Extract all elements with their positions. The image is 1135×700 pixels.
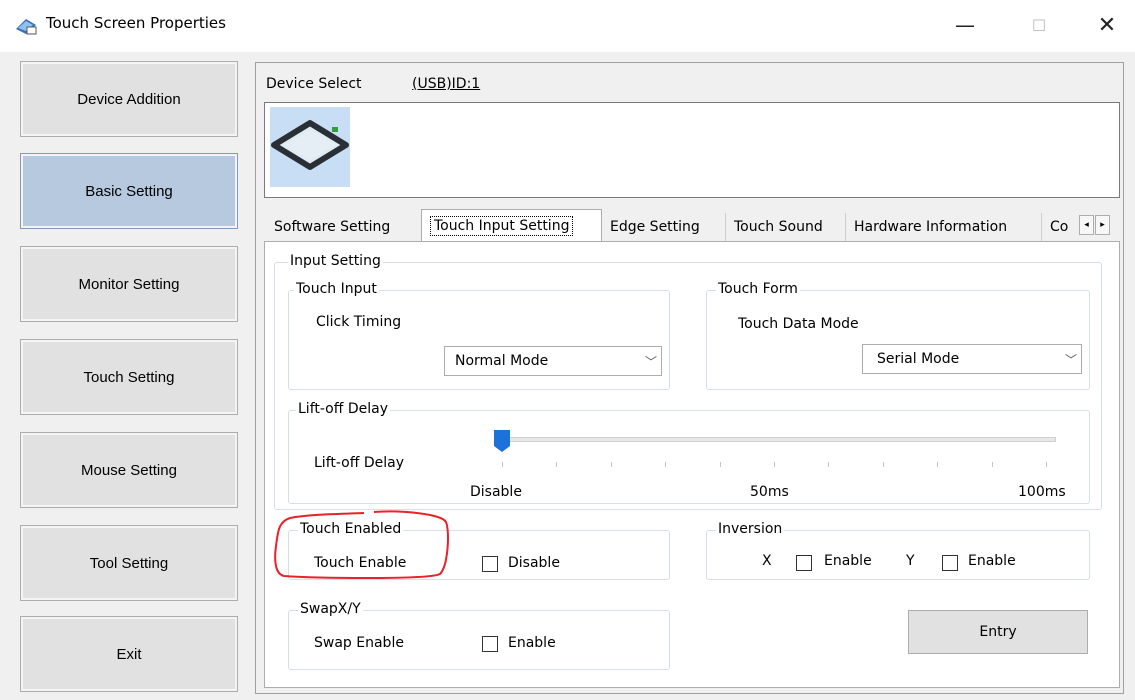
swap-enable-label: Swap Enable (314, 635, 404, 651)
minimize-button[interactable]: — (945, 10, 985, 40)
slider-tick-label-50ms: 50ms (750, 484, 789, 500)
swap-enable-checkbox-label[interactable]: Enable (508, 635, 556, 651)
sidebar-item-label: Basic Setting (85, 182, 173, 200)
sidebar-item-touch-setting[interactable]: Touch Setting (20, 339, 238, 415)
slider-tick (882, 462, 884, 467)
slider-tick (502, 462, 503, 467)
tab-label: Edge Setting (610, 219, 700, 235)
slider-tick (665, 462, 667, 467)
lift-off-delay-legend: Lift-off Delay (296, 401, 390, 417)
sidebar-item-device-addition[interactable]: Device Addition (20, 61, 238, 137)
chevron-down-icon: ﹀ (644, 354, 657, 369)
device-select-label: Device Select (266, 76, 362, 92)
tab-label: Co (1050, 219, 1069, 235)
slider-tick (556, 462, 558, 467)
touch-data-mode-label: Touch Data Mode (738, 316, 859, 332)
click-timing-value: Normal Mode (455, 353, 549, 369)
tab-hardware-information[interactable]: Hardware Information (846, 213, 1042, 241)
tab-software-setting[interactable]: Software Setting (266, 213, 422, 241)
lift-off-delay-slider-thumb[interactable] (493, 429, 511, 453)
slider-tick-label-disable: Disable (470, 484, 522, 500)
sidebar-item-mouse-setting[interactable]: Mouse Setting (20, 432, 238, 508)
slider-tick (937, 462, 939, 467)
tab-label: Touch Input Setting (430, 216, 574, 236)
touch-form-group (706, 290, 1090, 390)
device-list[interactable] (264, 102, 1120, 198)
sidebar-item-label: Monitor Setting (78, 275, 180, 293)
touch-disable-checkbox-label[interactable]: Disable (508, 555, 560, 571)
sidebar-item-label: Tool Setting (89, 554, 169, 572)
close-button[interactable]: ✕ (1087, 10, 1127, 40)
inversion-x-checkbox[interactable] (796, 555, 812, 571)
device-select-value[interactable]: (USB)ID:1 (412, 76, 480, 92)
slider-tick (774, 462, 775, 467)
touchscreen-device-icon[interactable] (270, 107, 350, 187)
input-setting-legend: Input Setting (288, 253, 383, 269)
touch-screen-properties-window: Touch Screen Properties — ☐ ✕ Device Add… (0, 0, 1135, 700)
lift-off-delay-slider-track[interactable] (496, 437, 1056, 442)
tab-edge-setting[interactable]: Edge Setting (602, 213, 726, 241)
sidebar-item-label: Exit (116, 645, 142, 663)
entry-button[interactable]: Entry (908, 610, 1088, 654)
inversion-y-checkbox-label[interactable]: Enable (968, 553, 1016, 569)
sidebar-item-exit[interactable]: Exit (20, 616, 238, 692)
tab-scroll-right-button[interactable]: ▸ (1095, 215, 1110, 235)
slider-tick (828, 462, 830, 467)
app-icon (16, 19, 37, 35)
lift-off-delay-label: Lift-off Delay (314, 455, 404, 471)
sidebar-item-label: Device Addition (77, 90, 181, 108)
touch-data-mode-value: Serial Mode (877, 351, 960, 367)
swap-xy-legend: SwapX/Y (298, 601, 363, 617)
window-title: Touch Screen Properties (46, 14, 226, 32)
tab-scroll-left-button[interactable]: ◂ (1079, 215, 1094, 235)
click-timing-select[interactable]: Normal Mode ﹀ (444, 346, 662, 376)
sidebar-item-tool-setting[interactable]: Tool Setting (20, 525, 238, 601)
tab-label: Software Setting (274, 219, 391, 235)
chevron-down-icon: ﹀ (1064, 352, 1077, 367)
slider-tick (991, 462, 993, 467)
slider-tick (719, 462, 721, 467)
swap-enable-checkbox[interactable] (482, 636, 498, 652)
inversion-x-checkbox-label[interactable]: Enable (824, 553, 872, 569)
tab-touch-input-setting[interactable]: Touch Input Setting (421, 209, 602, 242)
click-timing-label: Click Timing (316, 314, 402, 330)
sidebar-item-monitor-setting[interactable]: Monitor Setting (20, 246, 238, 322)
touch-data-mode-select[interactable]: Serial Mode ﹀ (862, 344, 1082, 374)
sidebar-item-label: Mouse Setting (81, 461, 177, 479)
inversion-x-label: X (762, 553, 772, 569)
red-annotation-outline (274, 510, 449, 579)
tab-touch-sound[interactable]: Touch Sound (726, 213, 846, 241)
inversion-y-checkbox[interactable] (942, 555, 958, 571)
touch-input-legend: Touch Input (294, 281, 379, 297)
inversion-legend: Inversion (716, 521, 785, 537)
lift-off-delay-group (288, 410, 1090, 504)
slider-tick-label-100ms: 100ms (1018, 484, 1066, 500)
inversion-y-label: Y (906, 553, 915, 569)
touch-disable-checkbox[interactable] (482, 556, 498, 572)
sidebar-item-basic-setting[interactable]: Basic Setting (20, 153, 238, 229)
tab-label: Hardware Information (854, 219, 1008, 235)
title-bar: Touch Screen Properties — ☐ ✕ (0, 0, 1135, 52)
tab-co[interactable]: Co (1042, 213, 1076, 241)
slider-tick (610, 462, 612, 467)
tab-label: Touch Sound (734, 219, 823, 235)
maximize-button[interactable]: ☐ (1019, 10, 1059, 40)
touch-form-legend: Touch Form (716, 281, 800, 297)
sidebar-item-label: Touch Setting (83, 368, 175, 386)
slider-tick (1046, 462, 1047, 467)
